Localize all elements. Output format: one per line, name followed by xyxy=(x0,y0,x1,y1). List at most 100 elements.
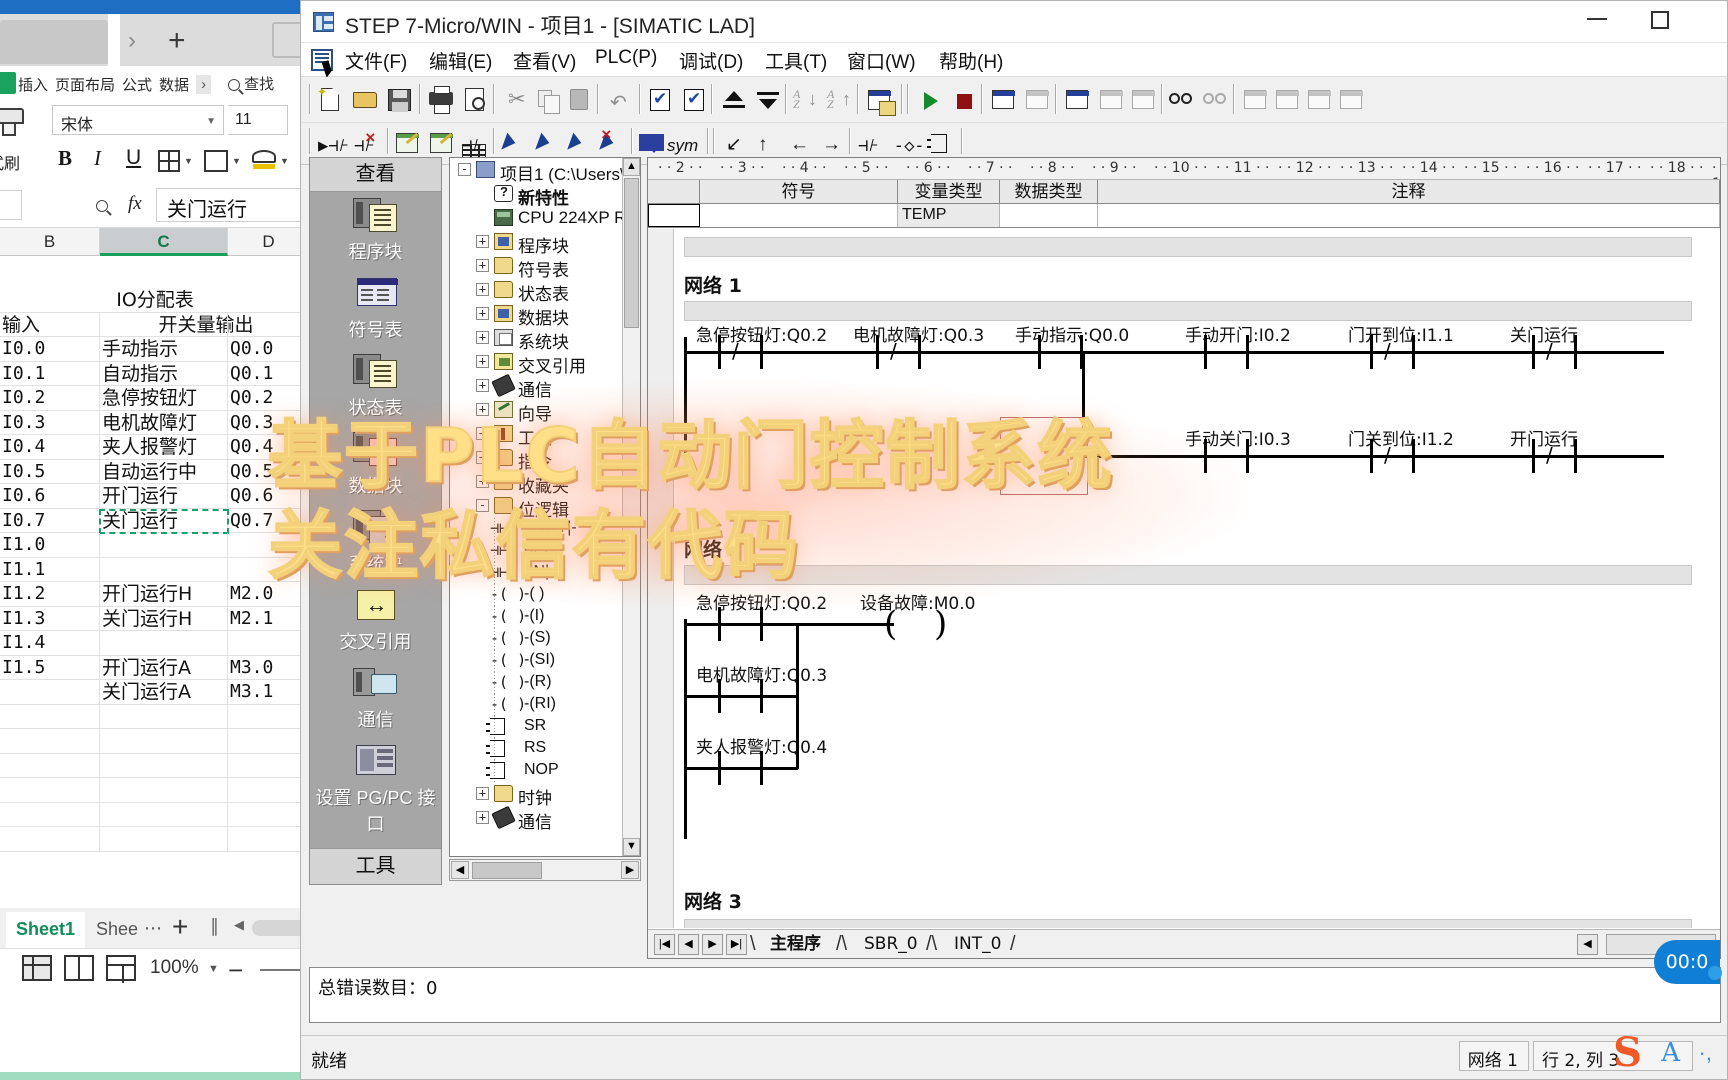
menu-help[interactable]: 帮助(H) xyxy=(939,47,1003,74)
table-row[interactable]: I0.3 电机故障灯 Q0.3 xyxy=(0,410,310,435)
nav-item-symbol-table[interactable]: 符号表 xyxy=(310,274,441,348)
tree-node[interactable]: + 符号表 xyxy=(450,254,640,280)
cell-signal-name[interactable]: 开门运行H xyxy=(100,582,228,607)
cell-input-address[interactable] xyxy=(0,778,100,803)
stop-icon[interactable] xyxy=(949,85,979,115)
ime-logo-icon[interactable]: S xyxy=(1613,1029,1642,1076)
ribbon-tab-insert[interactable]: 插入 xyxy=(18,74,48,95)
tree-node[interactable]: + 向导 xyxy=(450,398,640,424)
contact-bar[interactable] xyxy=(718,679,721,713)
expand-icon[interactable]: + xyxy=(476,235,489,248)
cell-style-icon[interactable] xyxy=(204,150,228,172)
cell-signal-name[interactable]: 夹人报警灯 xyxy=(100,435,228,460)
nav-item-cross-reference[interactable]: 交叉引用 xyxy=(310,586,441,660)
column-header-c[interactable]: C xyxy=(100,228,228,256)
cell-input-address[interactable] xyxy=(0,729,100,754)
network-title-bar[interactable] xyxy=(684,565,1692,585)
insert-contact-icon[interactable]: ⊣⊦ xyxy=(855,128,885,158)
contact-bar[interactable] xyxy=(1532,439,1535,473)
contact-bar[interactable] xyxy=(918,335,921,369)
borders-icon[interactable] xyxy=(158,150,180,172)
cell-output-address[interactable]: Q0.0 xyxy=(228,337,310,362)
scroll-thumb[interactable] xyxy=(472,862,542,879)
chevron-down-icon[interactable]: ▼ xyxy=(232,156,241,166)
cell-input-address[interactable] xyxy=(0,753,100,778)
sheet-split-icon[interactable]: ∥ xyxy=(210,916,219,937)
cell-output-address[interactable] xyxy=(228,827,310,852)
contact-bar[interactable] xyxy=(1532,335,1535,369)
table-row[interactable]: I1.5 开门运行A M3.0 xyxy=(0,655,310,680)
ribbon-more-icon[interactable]: › xyxy=(196,74,212,94)
name-box[interactable]: ▼ xyxy=(0,190,22,220)
cell-input-address[interactable] xyxy=(0,680,100,705)
download-icon[interactable] xyxy=(753,85,783,115)
network-title-bar[interactable] xyxy=(684,919,1692,928)
cell-signal-name[interactable] xyxy=(100,631,228,656)
cell-input-address[interactable]: I0.0 xyxy=(0,337,100,362)
instruction-item[interactable]: -( ) -(RI) xyxy=(450,694,640,716)
instruction-item[interactable]: -( ) -(I) xyxy=(450,606,640,628)
print-icon[interactable] xyxy=(427,85,457,115)
cell-signal-name[interactable]: 自动运行中 xyxy=(100,459,228,484)
table-row[interactable]: I0.4 夹人报警灯 Q0.4 xyxy=(0,435,310,460)
cell-input-address[interactable]: I1.5 xyxy=(0,655,100,680)
paste-icon[interactable] xyxy=(565,85,595,115)
contact-bar[interactable] xyxy=(1574,335,1577,369)
nav-item-system-block[interactable]: 系统块 xyxy=(310,508,441,582)
ribbon-tab-page-layout[interactable]: 页面布局 xyxy=(55,74,115,95)
expand-icon[interactable]: + xyxy=(476,787,489,800)
insert-function-icon[interactable]: fx xyxy=(128,193,142,215)
cell-signal-name[interactable]: 开门运行 xyxy=(100,484,228,509)
tree-horizontal-scrollbar[interactable]: ◀ ▶ xyxy=(449,859,641,881)
cell-output-address[interactable]: Q0.2 xyxy=(228,386,310,411)
save-icon[interactable] xyxy=(385,85,415,115)
scroll-left-icon[interactable]: ◀ xyxy=(1577,934,1598,955)
cell-input-address[interactable]: I0.3 xyxy=(0,410,100,435)
fbd-view-icon[interactable] xyxy=(427,128,457,158)
insert-bird-icon[interactable] xyxy=(499,128,529,158)
nav-item-program-block[interactable]: 程序块 xyxy=(310,196,441,270)
tab-sbr0[interactable]: SBR_0 xyxy=(854,933,928,957)
font-size-input[interactable]: 11 xyxy=(228,105,288,135)
page-break-view-icon[interactable] xyxy=(106,955,136,983)
cell-output-address[interactable] xyxy=(228,704,310,729)
menu-view[interactable]: 查看(V) xyxy=(513,47,576,74)
paste-icon[interactable] xyxy=(0,104,32,138)
table-row[interactable] xyxy=(0,729,310,754)
cell-output-address[interactable]: M3.0 xyxy=(228,655,310,680)
cell-signal-name[interactable]: 自动指示 xyxy=(100,361,228,386)
contact-bar[interactable] xyxy=(1370,439,1373,473)
menu-tools[interactable]: 工具(T) xyxy=(765,47,827,74)
cell-output-address[interactable]: Q0.7 xyxy=(228,508,310,533)
cell-output-address[interactable]: Q0.6 xyxy=(228,484,310,509)
scroll-left-icon[interactable]: ◀ xyxy=(234,917,244,933)
delete-network-icon[interactable]: ⊣⊦ × xyxy=(351,128,381,158)
table-row[interactable]: I0.5 自动运行中 Q0.5 xyxy=(0,459,310,484)
table-row[interactable]: I0.0 手动指示 Q0.0 xyxy=(0,337,310,362)
lock4-icon[interactable] xyxy=(1337,85,1367,115)
cell-signal-name[interactable]: 急停按钮灯 xyxy=(100,386,228,411)
bold-button[interactable]: B xyxy=(58,146,72,171)
tree-node[interactable]: - 位逻辑 xyxy=(450,494,640,520)
cell-input-address[interactable]: I0.6 xyxy=(0,484,100,509)
cell-signal-name[interactable]: 开门运行A xyxy=(100,655,228,680)
table-row[interactable] xyxy=(0,778,310,803)
undo-icon[interactable]: ↶ xyxy=(605,85,635,115)
cell-output-address[interactable] xyxy=(228,631,310,656)
table-status-icon[interactable] xyxy=(1097,85,1127,115)
cell-output-address[interactable]: Q0.1 xyxy=(228,361,310,386)
branch-right-icon[interactable]: → xyxy=(817,128,847,158)
cell-output-address[interactable] xyxy=(228,729,310,754)
contact-bar[interactable] xyxy=(1412,439,1415,473)
cell-output-address[interactable]: M3.1 xyxy=(228,680,310,705)
lad-view-icon[interactable] xyxy=(393,128,423,158)
table-row[interactable]: I1.2 开门运行H M2.0 xyxy=(0,582,310,607)
tree-node[interactable]: + 收藏夹 xyxy=(450,470,640,496)
sheet-more-icon[interactable]: ⋯ xyxy=(144,918,162,939)
contact-bar[interactable] xyxy=(1204,439,1207,473)
table-row[interactable]: I1.3 关门运行H M2.1 xyxy=(0,606,310,631)
nav-item-communication[interactable]: 通信 xyxy=(310,664,441,738)
trend-status-icon[interactable] xyxy=(1129,85,1159,115)
scroll-thumb[interactable] xyxy=(624,178,639,328)
cell-input-address[interactable] xyxy=(0,827,100,852)
